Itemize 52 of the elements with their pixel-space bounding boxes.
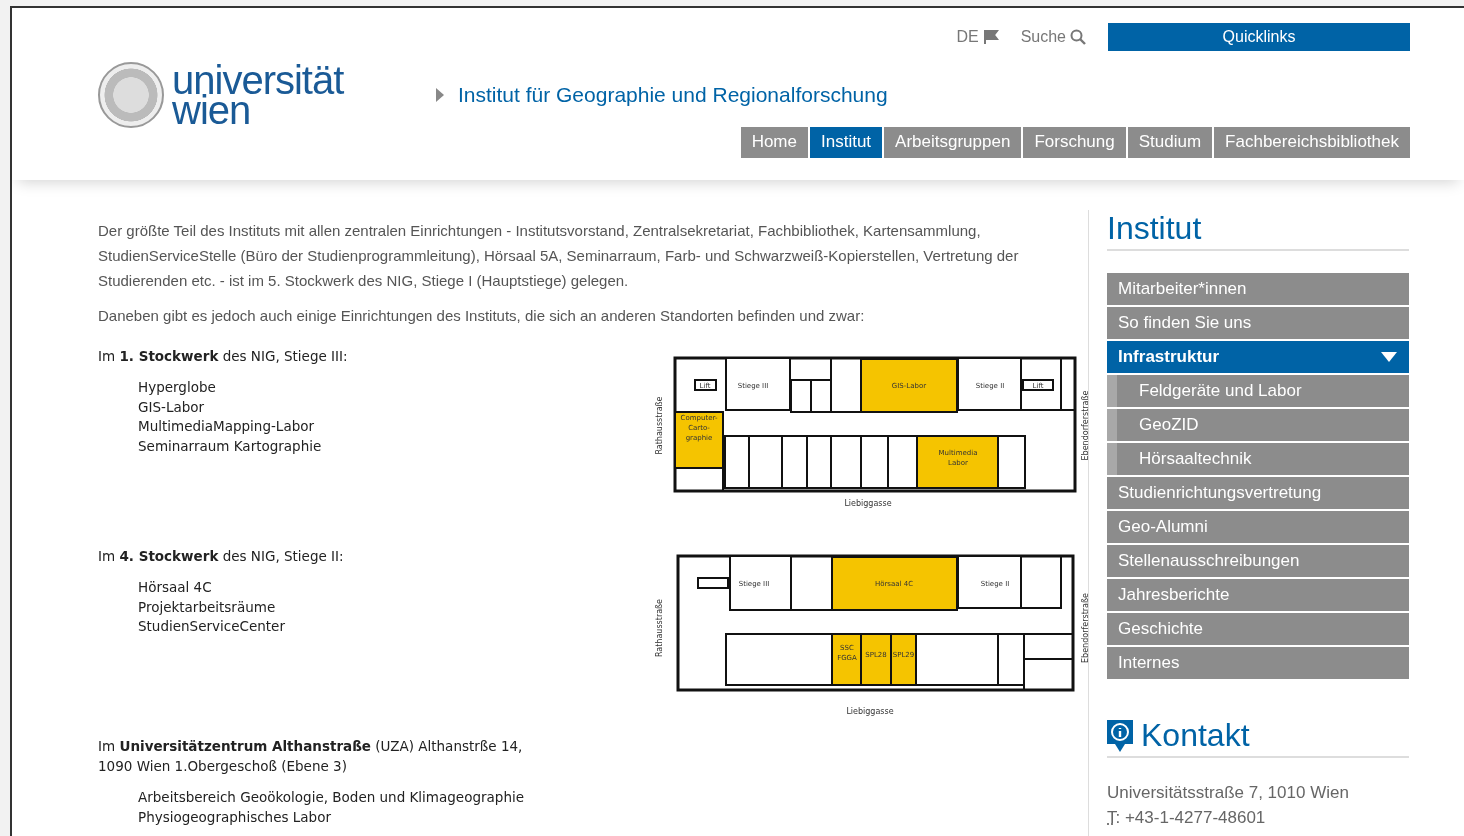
sidebar-item[interactable]: Mitarbeiter*innen [1107, 273, 1409, 305]
breadcrumb-link[interactable]: Institut für Geographie und Regionalforschung [436, 83, 888, 107]
sidebar-item[interactable]: Infrastruktur [1107, 341, 1409, 373]
contact-address: Universitätsstraße 7, 1010 Wien [1107, 782, 1350, 804]
sidebar-item[interactable]: Geo-Alumni [1107, 511, 1409, 543]
location-heading: Im Universitätzentrum Althanstraße (UZA) Althanstrße 14, 1090 Wien 1.Obergeschoß (Ebene 3) [98, 737, 524, 776]
nav-tab[interactable]: Institut [810, 127, 883, 158]
search-icon [1070, 29, 1086, 45]
info-icon [1107, 719, 1133, 752]
facility-item: Projektarbeitsräume [138, 597, 277, 617]
sidebar-item[interactable]: Internes [1107, 647, 1409, 679]
street-label: Ebendorferstraße [1081, 390, 1088, 461]
nav-tab[interactable]: Forschung [1023, 127, 1126, 158]
nav-tab[interactable]: Studium [1127, 127, 1213, 158]
street-label: Rathausstraße [655, 396, 664, 455]
triangle-icon [436, 88, 444, 102]
street-label: Ebendorferstraße [1081, 593, 1088, 663]
facility-item: Hyperglobe [138, 378, 217, 397]
location-heading: Im 1. Stockwerk des NIG, Stiege III: [98, 347, 349, 366]
location-heading: Im 4. Stockwerk des NIG, Stiege II: [98, 547, 345, 566]
flag-icon [982, 29, 999, 45]
sidebar-subitem[interactable]: GeoZID [1107, 409, 1409, 441]
nav-tab[interactable]: Fachbereichsbibliothek [1214, 127, 1410, 158]
intro-paragraph: Daneben gibt es jedoch auch einige Einrichtungen des Instituts, die sich an anderen Standorten befinden und zwar: [98, 306, 866, 326]
intro-paragraph: Der größte Teil des Instituts mit allen zentralen Einrichtungen - Institutsvorstand, Zentralsekretariat, Fachbibliothek, Kartensammlung, StudienServiceStelle (Büro der Studienprogrammleitung), Hörsaal 5A, Seminarraum, Farb- und Schwarzweiß-Kopierstellen, Vertretung der Studierenden etc. - ist im 5. Stockwerk des NIG, Stiege I (Hauptstiege) gelegen. [98, 221, 1020, 291]
street-label: Liebiggasse [846, 707, 894, 716]
sidebar-title: Institut [1107, 210, 1409, 251]
sidebar-subitem[interactable]: Hörsaaltechnik [1107, 443, 1409, 475]
contact-title: Kontakt [1141, 717, 1250, 754]
facility-item: GIS-Labor [138, 397, 206, 417]
facility-item: Physiogeographisches Labor [138, 807, 332, 827]
facility-item: StudienServiceCenter [138, 617, 286, 636]
nav-tab[interactable]: Home [740, 127, 808, 158]
sidebar-subitem[interactable]: Feldgeräte und Labor [1107, 375, 1409, 407]
sidebar-item[interactable]: Geschichte [1107, 613, 1409, 645]
sidebar-item[interactable]: So finden Sie uns [1107, 307, 1409, 339]
street-label: Liebiggasse [844, 499, 892, 508]
search-link[interactable]: Suche [1020, 28, 1086, 46]
language-link[interactable]: DE [956, 28, 999, 46]
logo-text: universität [172, 65, 344, 95]
facility-item: MultimediaMapping-Labor [138, 417, 316, 436]
sidebar-item[interactable]: Jahresberichte [1107, 579, 1409, 611]
nav-tab[interactable]: Arbeitsgruppen [884, 127, 1022, 158]
sidebar-item[interactable]: Stellenausschreibungen [1107, 545, 1409, 577]
logo-text: wien [172, 95, 251, 125]
facility-item: Arbeitsbereich Geoökologie, Boden und Klimageographie [138, 788, 525, 807]
facility-item: Seminarraum Kartographie [138, 436, 323, 456]
sidebar-item[interactable]: Studienrichtungsvertretung [1107, 477, 1409, 509]
street-label: Rathausstraße [655, 598, 664, 658]
facility-item: Hörsaal 4C [138, 578, 213, 597]
quicklinks-button[interactable]: Quicklinks [1108, 23, 1410, 51]
contact-phone: T: +43-1-4277-48601 [1107, 807, 1267, 829]
